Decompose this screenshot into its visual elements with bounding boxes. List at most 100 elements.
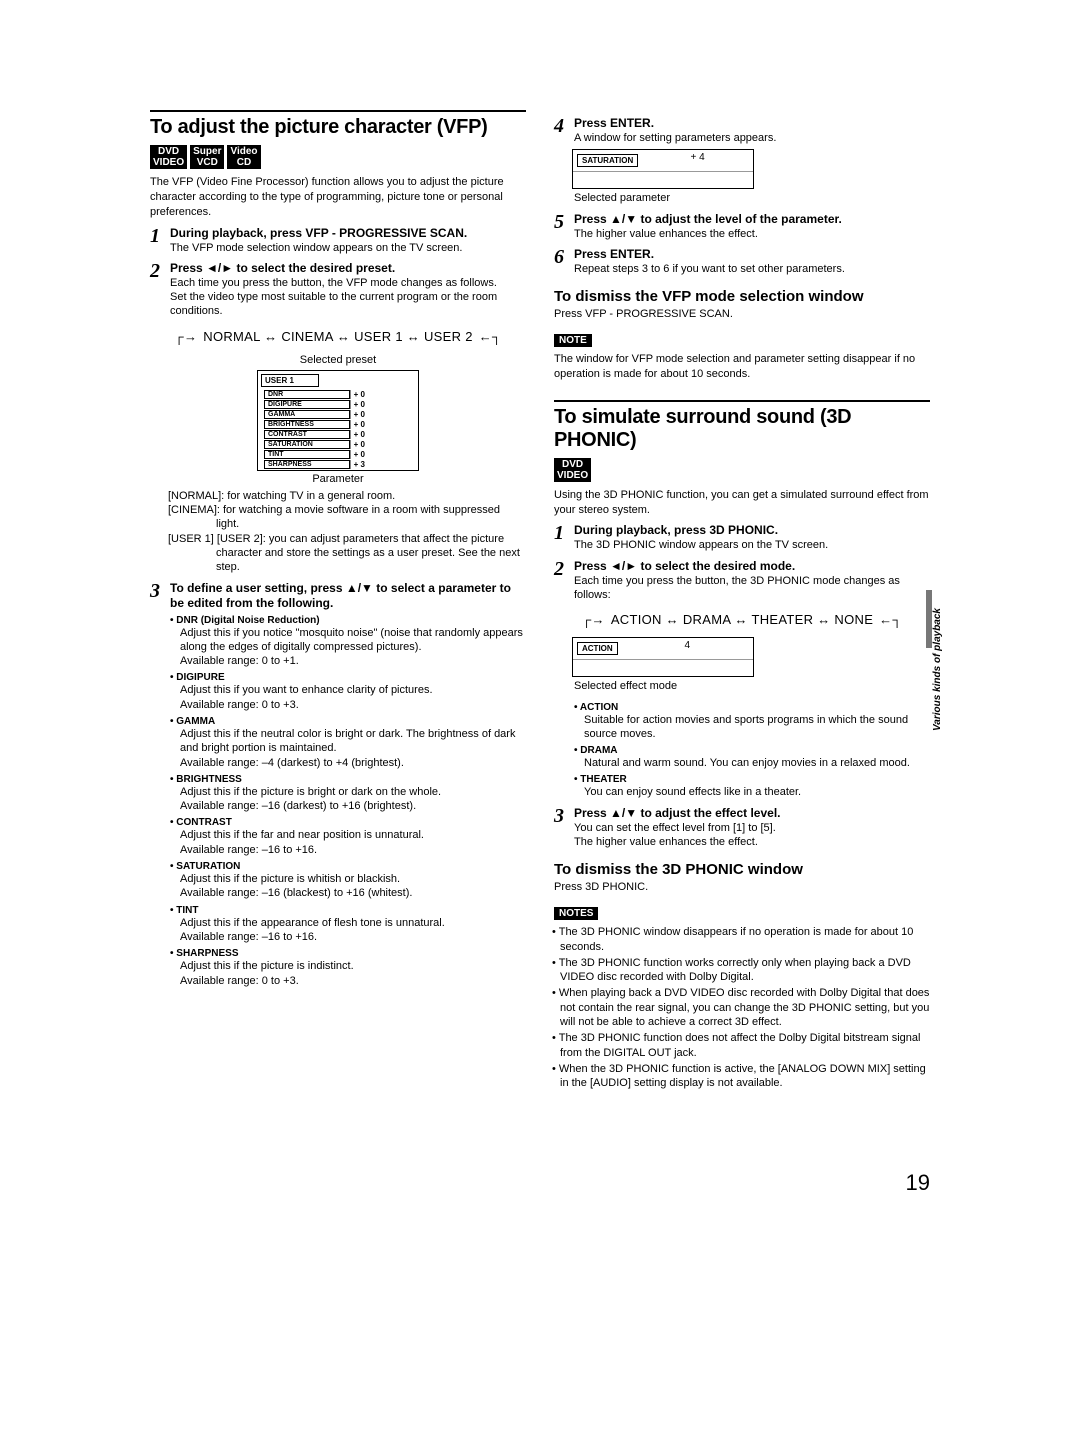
parameter-title: GAMMA bbox=[170, 716, 526, 727]
caption-parameter: Parameter bbox=[150, 473, 526, 485]
notes-tag: NOTES bbox=[554, 907, 598, 920]
parameter-desc: Adjust this if the appearance of flesh t… bbox=[180, 916, 526, 945]
param-value: + 0 bbox=[350, 450, 412, 459]
param-value: + 0 bbox=[350, 420, 412, 429]
phonic-step-1: 1 During playback, press 3D PHONIC. The … bbox=[554, 523, 930, 552]
intro2-text: Using the 3D PHONIC function, you can ge… bbox=[554, 488, 930, 518]
manual-page: To adjust the picture character (VFP) DV… bbox=[0, 0, 1080, 1152]
param-value: + 0 bbox=[350, 410, 412, 419]
section-title-vfp: To adjust the picture character (VFP) bbox=[150, 110, 526, 139]
note-item: The 3D PHONIC window disappears if no op… bbox=[560, 925, 930, 954]
mode-desc: Suitable for action movies and sports pr… bbox=[584, 713, 930, 742]
parameter-item: TINTAdjust this if the appearance of fle… bbox=[170, 905, 526, 945]
step-1: 1 During playback, press VFP - PROGRESSI… bbox=[150, 226, 526, 255]
mode-item: ACTIONSuitable for action movies and spo… bbox=[574, 702, 930, 742]
parameter-item: CONTRASTAdjust this if the far and near … bbox=[170, 817, 526, 857]
step-text: The higher value enhances the effect. bbox=[574, 227, 930, 241]
step-number: 6 bbox=[554, 247, 574, 276]
vfp-osd-table: USER 1 DNR+ 0DIGIPURE+ 0GAMMA+ 0BRIGHTNE… bbox=[257, 370, 419, 471]
osd-caption: Selected effect mode bbox=[574, 679, 930, 693]
step-4: 4 Press ENTER. A window for setting para… bbox=[554, 116, 930, 145]
step-number: 4 bbox=[554, 116, 574, 145]
table-row: DIGIPURE+ 0 bbox=[264, 400, 412, 409]
mode-item: DRAMANatural and warm sound. You can enj… bbox=[574, 745, 930, 770]
note-item: When the 3D PHONIC function is active, t… bbox=[560, 1062, 930, 1091]
step-2: 2 Press ◄/► to select the desired preset… bbox=[150, 261, 526, 319]
param-name: DNR bbox=[264, 390, 350, 399]
mode-desc: Natural and warm sound. You can enjoy mo… bbox=[584, 756, 930, 770]
step-text: You can set the effect level from [1] to… bbox=[574, 821, 930, 850]
osd-saturation: SATURATION + 4 bbox=[572, 149, 754, 189]
caption-preset: Selected preset bbox=[150, 354, 526, 366]
parameter-title: BRIGHTNESS bbox=[170, 774, 526, 785]
osd-value: + 4 bbox=[642, 150, 753, 171]
table-row: DNR+ 0 bbox=[264, 390, 412, 399]
parameter-title: DNR (Digital Noise Reduction) bbox=[170, 615, 526, 626]
step-heading: Press ◄/► to select the desired mode. bbox=[574, 559, 930, 574]
param-value: + 0 bbox=[350, 430, 412, 439]
param-name: GAMMA bbox=[264, 410, 350, 419]
table-row: CONTRAST+ 0 bbox=[264, 430, 412, 439]
note-item: When playing back a DVD VIDEO disc recor… bbox=[560, 986, 930, 1029]
step-heading: Press ENTER. bbox=[574, 247, 930, 262]
table-row: TINT+ 0 bbox=[264, 450, 412, 459]
param-name: TINT bbox=[264, 450, 350, 459]
mode-title: ACTION bbox=[574, 702, 930, 713]
mode-title: DRAMA bbox=[574, 745, 930, 756]
step-number: 2 bbox=[150, 261, 170, 319]
notes-list: The 3D PHONIC window disappears if no op… bbox=[560, 925, 930, 1090]
param-name: SATURATION bbox=[264, 440, 350, 449]
step-text: The 3D PHONIC window appears on the TV s… bbox=[574, 538, 930, 552]
preset-cycle: ┌→NORMAL ↔ CINEMA ↔ USER 1 ↔ USER 2←┐ bbox=[150, 325, 526, 348]
left-column: To adjust the picture character (VFP) DV… bbox=[150, 110, 526, 1092]
desc-normal: [NORMAL]: for watching TV in a general r… bbox=[168, 489, 526, 503]
param-name: DIGIPURE bbox=[264, 400, 350, 409]
section-title-3dphonic: To simulate surround sound (3D PHONIC) bbox=[554, 400, 930, 452]
step-text: Set the video type most suitable to the … bbox=[170, 290, 526, 319]
parameter-item: SATURATIONAdjust this if the picture is … bbox=[170, 861, 526, 901]
modes-list: ACTIONSuitable for action movies and spo… bbox=[574, 702, 930, 800]
step-text: Each time you press the button, the 3D P… bbox=[574, 574, 930, 603]
step-number: 2 bbox=[554, 559, 574, 603]
badge-dvd-video: DVDVIDEO bbox=[554, 458, 591, 482]
right-column: 4 Press ENTER. A window for setting para… bbox=[554, 110, 930, 1092]
osd-value: 4 bbox=[622, 638, 753, 659]
param-name: BRIGHTNESS bbox=[264, 420, 350, 429]
intro-text: The VFP (Video Fine Processor) function … bbox=[150, 175, 526, 220]
parameter-item: BRIGHTNESSAdjust this if the picture is … bbox=[170, 774, 526, 814]
side-tab-label: Various kinds of playback bbox=[932, 608, 943, 731]
phonic-step-3: 3 Press ▲/▼ to adjust the effect level. … bbox=[554, 806, 930, 850]
osd-action: ACTION 4 bbox=[572, 637, 754, 677]
param-value: + 0 bbox=[350, 400, 412, 409]
osd-label: SATURATION bbox=[577, 154, 638, 167]
table-row: BRIGHTNESS+ 0 bbox=[264, 420, 412, 429]
dismiss-phonic-body: Press 3D PHONIC. bbox=[554, 880, 930, 895]
param-value: + 0 bbox=[350, 440, 412, 449]
parameter-title: CONTRAST bbox=[170, 817, 526, 828]
step-3: 3 To define a user setting, press ▲/▼ to… bbox=[150, 581, 526, 992]
desc-cinema: [CINEMA]: for watching a movie software … bbox=[168, 503, 526, 532]
step-text: The VFP mode selection window appears on… bbox=[170, 241, 526, 255]
table-row: GAMMA+ 0 bbox=[264, 410, 412, 419]
step-heading: During playback, press 3D PHONIC. bbox=[574, 523, 930, 538]
step-heading: During playback, press VFP - PROGRESSIVE… bbox=[170, 226, 526, 241]
mode-item: THEATERYou can enjoy sound effects like … bbox=[574, 774, 930, 799]
parameter-desc: Adjust this if the far and near position… bbox=[180, 828, 526, 857]
phonic-cycle: ┌→ACTION ↔ DRAMA ↔ THEATER ↔ NONE←┐ bbox=[554, 608, 930, 631]
param-name: CONTRAST bbox=[264, 430, 350, 439]
step-number: 3 bbox=[150, 581, 170, 992]
dismiss-vfp-heading: To dismiss the VFP mode selection window bbox=[554, 288, 930, 305]
table-row: SATURATION+ 0 bbox=[264, 440, 412, 449]
badge-row: DVDVIDEO SuperVCD VideoCD bbox=[150, 145, 526, 169]
note-item: The 3D PHONIC function works correctly o… bbox=[560, 956, 930, 985]
phonic-step-2: 2 Press ◄/► to select the desired mode. … bbox=[554, 559, 930, 603]
parameter-desc: Adjust this if the neutral color is brig… bbox=[180, 727, 526, 770]
step-number: 1 bbox=[554, 523, 574, 552]
table-header: USER 1 bbox=[261, 374, 319, 387]
parameter-item: GAMMAAdjust this if the neutral color is… bbox=[170, 716, 526, 770]
parameter-desc: Adjust this if you want to enhance clari… bbox=[180, 683, 526, 712]
param-value: + 0 bbox=[350, 390, 412, 399]
dismiss-phonic-heading: To dismiss the 3D PHONIC window bbox=[554, 861, 930, 878]
parameter-item: DNR (Digital Noise Reduction)Adjust this… bbox=[170, 615, 526, 669]
table-row: SHARPNESS+ 3 bbox=[264, 460, 412, 469]
